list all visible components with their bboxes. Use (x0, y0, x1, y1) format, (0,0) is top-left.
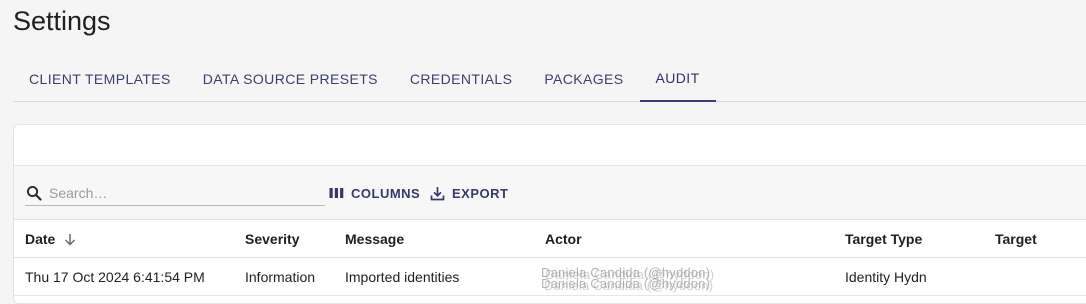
column-header-severity[interactable]: Severity (245, 220, 299, 258)
actor-line-ghost: Daniela Candida (@hyddon) (544, 278, 714, 293)
columns-label: COLUMNS (351, 185, 421, 201)
column-header-actor[interactable]: Actor (545, 220, 582, 258)
grid-toolbar: COLUMNS EXPORT (14, 166, 1086, 220)
column-header-target[interactable]: Target (995, 220, 1037, 258)
export-label: EXPORT (452, 185, 509, 201)
cell-message: Imported identities (345, 269, 460, 285)
tab-packages[interactable]: PACKAGES (528, 56, 639, 101)
export-button[interactable]: EXPORT (430, 184, 508, 202)
tab-credentials[interactable]: CREDENTIALS (394, 56, 528, 101)
export-icon (430, 186, 445, 201)
card-header (14, 125, 1086, 166)
tab-audit[interactable]: AUDIT (639, 56, 716, 102)
column-header-label: Date (25, 231, 56, 247)
settings-tabs: CLIENT TEMPLATES DATA SOURCE PRESETS CRE… (13, 56, 1086, 102)
cell-date: Thu 17 Oct 2024 6:41:54 PM (25, 269, 205, 285)
tab-client-templates[interactable]: CLIENT TEMPLATES (13, 56, 187, 101)
search-icon (26, 185, 42, 201)
table-row[interactable]: Thu 17 Oct 2024 6:41:54 PM Information I… (14, 258, 1086, 296)
column-header-target-type[interactable]: Target Type (845, 220, 922, 258)
table-header: Date Severity Message Actor Target Type … (14, 220, 1086, 258)
columns-button[interactable]: COLUMNS (329, 184, 420, 202)
cell-target-type: Identity Hydn (845, 269, 927, 285)
columns-icon (329, 186, 344, 200)
tab-data-source-presets[interactable]: DATA SOURCE PRESETS (187, 56, 394, 101)
cell-severity: Information (245, 269, 316, 285)
column-header-date[interactable]: Date (25, 220, 76, 258)
actor-obscured-text: Daniela Candida (@hyddon) Daniela Candid… (541, 265, 771, 293)
column-header-message[interactable]: Message (345, 220, 404, 258)
cell-actor: Daniela Candida (@hyddon) Daniela Candid… (541, 258, 771, 296)
page-title: Settings (13, 6, 111, 36)
search-input[interactable] (49, 184, 309, 201)
arrow-down-icon[interactable] (64, 233, 76, 246)
search-field[interactable] (25, 180, 325, 206)
audit-card: COLUMNS EXPORT Date Severity (13, 124, 1086, 304)
